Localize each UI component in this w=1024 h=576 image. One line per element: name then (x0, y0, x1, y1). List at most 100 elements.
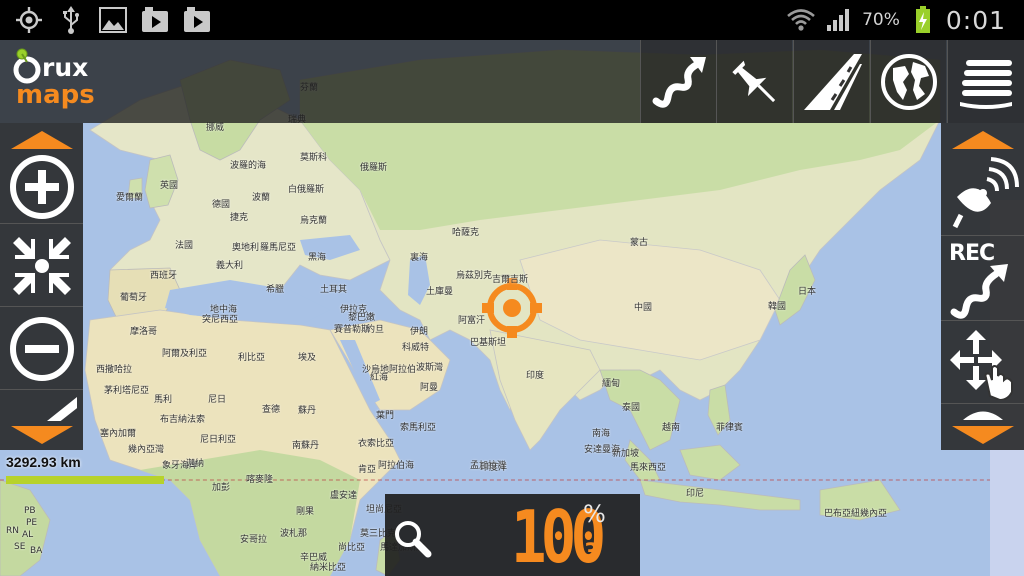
zoom-level: 3 (584, 540, 600, 565)
zoom-out-icon (9, 316, 74, 381)
menu-button[interactable] (947, 40, 1024, 123)
map-label: RN (6, 526, 19, 536)
map-label: 哈薩克 (452, 228, 480, 238)
scale-distance: 3292.93 km (6, 454, 81, 470)
map-label: 剛果 (296, 507, 315, 517)
routes-button[interactable] (793, 40, 869, 123)
map-label: 韓國 (768, 302, 787, 312)
map-label: 巴布亞紐幾內亞 (824, 509, 888, 519)
map-label: 伊朗 (410, 327, 429, 337)
map-label: 義大利 (216, 261, 244, 271)
app-logo: rux maps (12, 48, 108, 118)
map-label: 喀麥隆 (246, 475, 274, 485)
waypoints-button[interactable] (716, 40, 792, 123)
menu-layers-icon (960, 59, 1012, 109)
maps-button[interactable] (870, 40, 946, 123)
map-label: 利比亞 (238, 353, 266, 363)
tracks-button[interactable] (640, 40, 716, 123)
status-bar: 70% 0:01 (0, 0, 1024, 40)
map-label: 盧安達 (330, 491, 358, 501)
pushpin-icon (731, 60, 775, 102)
zoom-in-icon (9, 154, 74, 219)
logo-text-top: rux (42, 53, 89, 82)
map-label: 中國 (634, 303, 653, 313)
gps-button[interactable] (941, 150, 1024, 236)
map-label: 西撒哈拉 (96, 365, 133, 375)
map-label: 莫斯科 (300, 153, 328, 163)
map-label: 西班牙 (150, 271, 178, 281)
map-label: 烏克蘭 (300, 216, 328, 226)
map-label: 英國 (160, 181, 179, 191)
measure-button[interactable] (0, 391, 83, 421)
battery-percent: 70% (862, 10, 900, 30)
video-icon (182, 5, 212, 35)
map-label: 葡萄牙 (120, 293, 148, 303)
globe-icon (880, 53, 937, 110)
map-label: 安哥拉 (240, 535, 268, 545)
map-label: 俄羅斯 (360, 163, 388, 173)
map-label: 賽普勒斯 (334, 325, 371, 335)
map-label: 印度 (526, 371, 545, 381)
map-label: 法國 (175, 241, 194, 251)
center-collapse-icon (12, 236, 71, 295)
map-label: 巴基斯坦 (470, 338, 507, 348)
map-label: 尼日利亞 (200, 435, 237, 445)
scale-bar (6, 476, 164, 484)
map-label: 白俄羅斯 (288, 185, 325, 195)
magnifier-icon (392, 518, 432, 562)
map-label: 希臘 (266, 285, 285, 295)
map-label: 越南 (662, 423, 681, 433)
map-label: 印度洋 (480, 463, 508, 473)
pan-map-button[interactable] (941, 322, 1024, 404)
next-tool-button[interactable] (941, 405, 1024, 420)
left-scroll-down-button[interactable] (0, 420, 83, 450)
map-label: BA (30, 546, 43, 556)
map-label: 尚比亞 (338, 543, 366, 553)
record-track-button[interactable]: REC (941, 237, 1024, 321)
map-label: 奧地利 (232, 243, 260, 253)
map-label: 布吉納法索 (160, 415, 206, 425)
map-label: 阿拉伯海 (378, 461, 415, 471)
arrow-up-icon (951, 131, 1014, 149)
map-label: 摩洛哥 (130, 327, 158, 337)
map-label: 捷克 (230, 213, 249, 223)
map-label: 塞內加爾 (100, 429, 137, 439)
map-label: 裏海 (410, 253, 429, 263)
zoom-out-button[interactable] (0, 308, 83, 390)
map-label: 蒙古 (630, 238, 649, 248)
usb-icon (56, 5, 86, 35)
right-scroll-down-button[interactable] (941, 420, 1024, 450)
map-label: 葉門 (376, 411, 395, 421)
arrow-down-icon (951, 426, 1014, 444)
battery-charging-icon (908, 5, 938, 35)
map-label: 波札那 (280, 529, 308, 539)
map-label: 地中海 (210, 305, 238, 315)
map-label: 科威特 (402, 343, 430, 353)
map-label: 土耳其 (320, 285, 348, 295)
map-label: 辛巴威 (300, 553, 328, 563)
video-icon (140, 5, 170, 35)
map-label: 印尼 (686, 489, 705, 499)
map-label: 馬利 (154, 395, 173, 405)
zoom-in-button[interactable] (0, 150, 83, 224)
map-label: 南海 (592, 429, 611, 439)
gps-icon (14, 5, 44, 35)
map-label: 緬甸 (602, 379, 621, 389)
map-label: 阿富汗 (458, 316, 486, 326)
map-label: 日本 (798, 287, 817, 297)
center-map-button[interactable] (0, 225, 83, 307)
ruler-icon (46, 397, 77, 421)
map-label: 阿爾及利亞 (162, 349, 208, 359)
route-arrow-icon (652, 56, 706, 108)
map-label: SE (14, 542, 26, 552)
map-label: 查德 (262, 405, 281, 415)
map-label: 土庫曼 (426, 287, 454, 297)
map-label: 約旦 (366, 325, 385, 335)
map-label: 索馬利亞 (400, 423, 437, 433)
map-label: 新加坡 (612, 449, 640, 459)
image-icon (98, 5, 128, 35)
map-label: 阿曼 (420, 383, 439, 393)
map-label: 烏茲別克 (456, 271, 493, 281)
map-label: PE (26, 518, 38, 528)
map-label: 加彭 (212, 483, 231, 493)
